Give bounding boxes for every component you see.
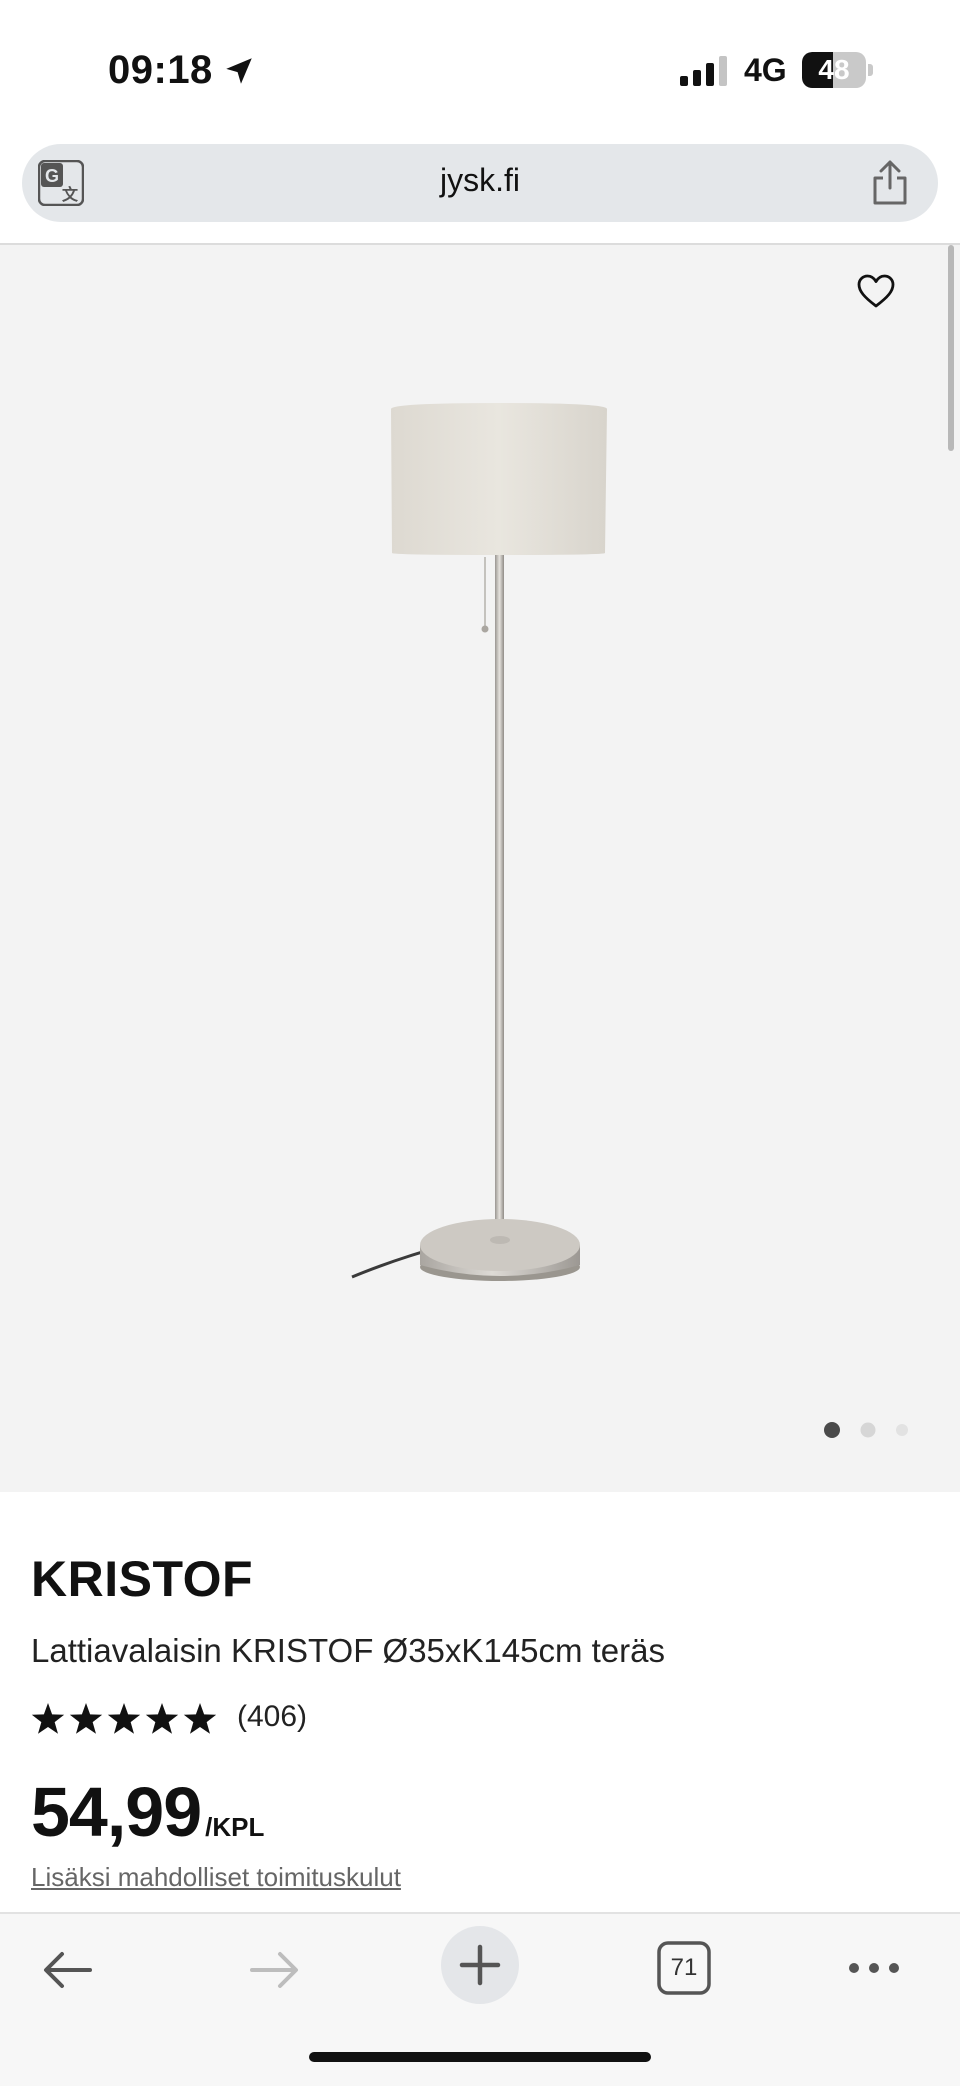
battery-level: 48 bbox=[818, 54, 850, 85]
price-value: 54,99 bbox=[31, 1773, 202, 1851]
product-image-floor-lamp bbox=[351, 403, 607, 1281]
new-tab-button[interactable] bbox=[441, 1926, 519, 2004]
status-bar: 09:18 4G 48 bbox=[0, 0, 960, 140]
plus-icon bbox=[459, 1944, 501, 1986]
star-icon bbox=[107, 1703, 141, 1734]
shipping-costs-link[interactable]: Lisäksi mahdolliset toimituskulut bbox=[31, 1862, 401, 1893]
cellular-signal-icon bbox=[680, 56, 727, 86]
star-icon bbox=[69, 1703, 103, 1734]
status-time: 09:18 bbox=[108, 48, 213, 92]
pagination-dot[interactable] bbox=[824, 1422, 840, 1438]
tabs-button[interactable]: 71 bbox=[656, 1940, 712, 1996]
url-text[interactable]: jysk.fi bbox=[22, 162, 938, 199]
star-icon bbox=[145, 1703, 179, 1734]
forward-arrow-icon[interactable] bbox=[244, 1940, 304, 2000]
rating-stars bbox=[31, 1703, 216, 1734]
scrollbar[interactable] bbox=[948, 245, 954, 451]
tabs-count: 71 bbox=[670, 1954, 698, 1981]
back-arrow-icon[interactable] bbox=[38, 1940, 98, 2000]
product-price: 54,99/KPL bbox=[31, 1772, 264, 1852]
pagination-dot[interactable] bbox=[860, 1422, 876, 1438]
location-arrow-icon bbox=[226, 58, 252, 84]
pagination-dot[interactable] bbox=[896, 1424, 908, 1436]
image-pagination-dots[interactable] bbox=[822, 1420, 914, 1440]
star-icon bbox=[183, 1703, 216, 1734]
heart-icon[interactable] bbox=[856, 272, 896, 312]
price-unit: /KPL bbox=[205, 1812, 265, 1842]
battery-indicator: 48 bbox=[802, 52, 873, 88]
star-icon bbox=[31, 1703, 65, 1734]
share-icon[interactable] bbox=[870, 158, 910, 206]
more-icon[interactable] bbox=[846, 1940, 902, 1996]
address-bar[interactable]: G 文 jysk.fi bbox=[22, 144, 938, 222]
product-description: Lattiavalaisin KRISTOF Ø35xK145cm teräs bbox=[31, 1632, 665, 1669]
rating-count[interactable]: (406) bbox=[237, 1700, 307, 1734]
network-type: 4G bbox=[744, 52, 787, 88]
product-brand: KRISTOF bbox=[31, 1551, 254, 1607]
home-indicator[interactable] bbox=[309, 2052, 651, 2062]
